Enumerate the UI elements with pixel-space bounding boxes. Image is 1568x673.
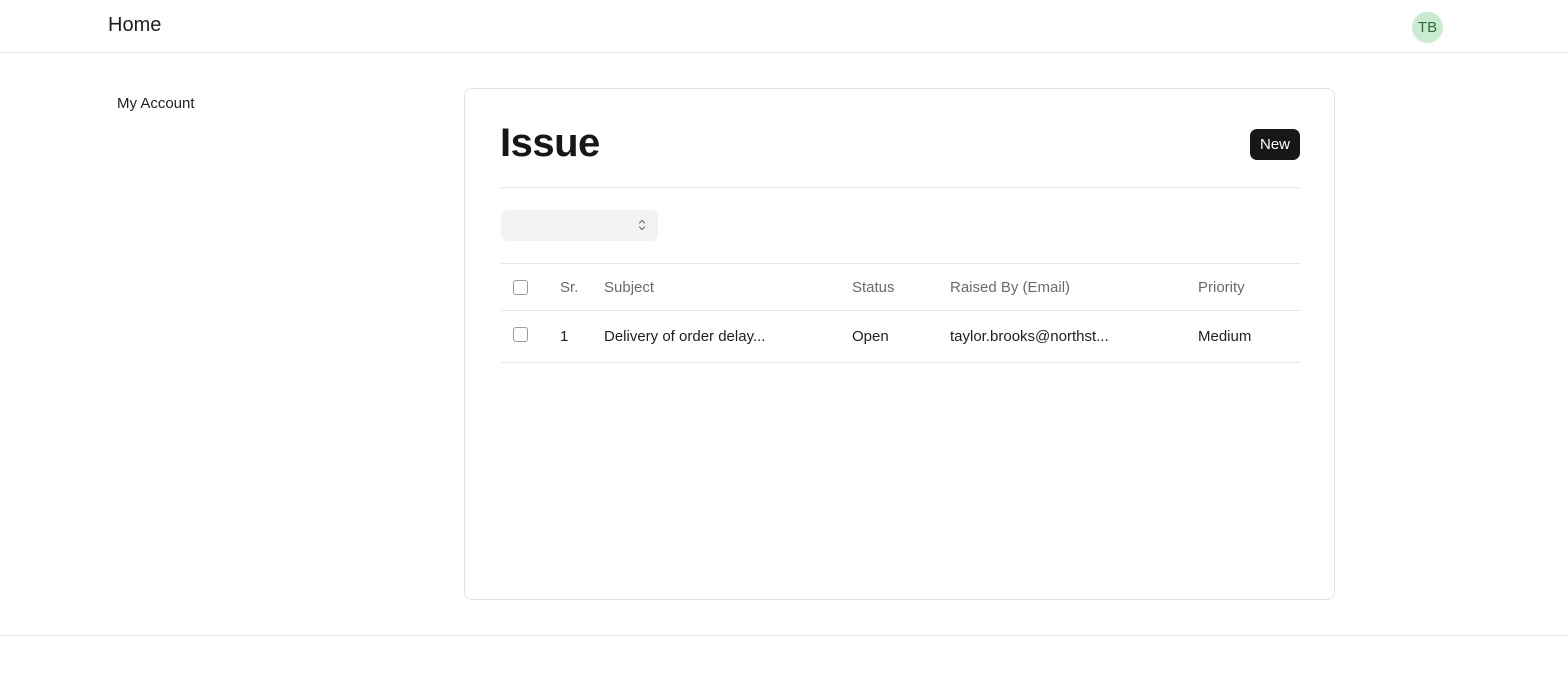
page-title: Issue — [500, 121, 600, 165]
title-divider — [500, 187, 1300, 188]
issues-table: Sr. Subject Status Raised By (Email) Pri… — [501, 263, 1301, 363]
column-header-priority: Priority — [1198, 279, 1245, 296]
cell-status: Open — [852, 328, 889, 345]
select-all-checkbox[interactable] — [513, 280, 528, 295]
chevron-up-down-icon — [638, 219, 646, 231]
footer-divider — [0, 635, 1568, 636]
new-issue-button[interactable]: New — [1250, 129, 1300, 160]
home-link[interactable]: Home — [108, 14, 161, 37]
issue-list-card: Issue New Sr. Subject Status Raised By (… — [464, 88, 1335, 600]
table-row[interactable]: 1 Delivery of order delay... Open taylor… — [501, 311, 1301, 363]
column-header-sr: Sr. — [560, 279, 579, 296]
cell-subject: Delivery of order delay... — [604, 328, 766, 345]
cell-raised-by: taylor.brooks@northst... — [950, 328, 1109, 345]
filter-select[interactable] — [501, 210, 658, 241]
table-header-row: Sr. Subject Status Raised By (Email) Pri… — [501, 263, 1301, 311]
column-header-subject: Subject — [604, 279, 655, 296]
row-checkbox[interactable] — [513, 327, 528, 342]
cell-sr: 1 — [560, 328, 569, 345]
column-header-raised-by: Raised By (Email) — [950, 279, 1071, 296]
sidebar-item-my-account[interactable]: My Account — [117, 95, 195, 112]
top-navbar: Home TB — [0, 0, 1568, 53]
user-avatar[interactable]: TB — [1412, 12, 1443, 43]
column-header-status: Status — [852, 279, 895, 296]
cell-priority: Medium — [1198, 328, 1252, 345]
